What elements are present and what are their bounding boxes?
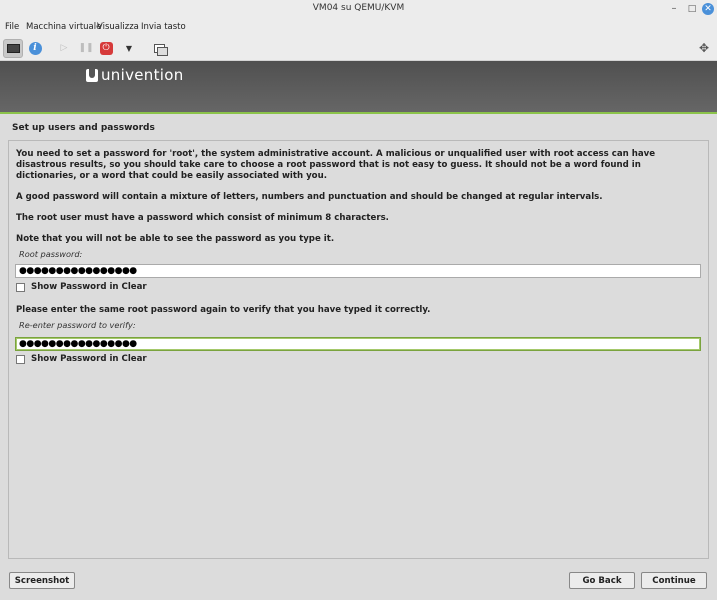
fullscreen-icon[interactable]: ✥ xyxy=(695,39,713,57)
window-title: VM04 su QEMU/KVM xyxy=(312,3,405,13)
checkbox-box[interactable] xyxy=(16,282,25,292)
minimize-icon[interactable]: – xyxy=(668,3,680,15)
checkbox-box[interactable] xyxy=(16,354,25,364)
show-password-checkbox-2[interactable]: Show Password in Clear xyxy=(16,354,147,364)
menu-virtual-machine[interactable]: Macchina virtuale xyxy=(26,22,101,32)
screenshot-button[interactable]: Screenshot xyxy=(9,572,75,589)
content-panel: You need to set a password for 'root', t… xyxy=(8,140,709,559)
univention-logo-icon xyxy=(86,68,98,82)
good-password-paragraph: A good password will contain a mixture o… xyxy=(16,192,603,202)
root-password-label: Root password: xyxy=(19,249,83,259)
verify-password-label: Re-enter password to verify: xyxy=(19,320,136,330)
show-password-label-2: Show Password in Clear xyxy=(31,354,147,364)
play-icon[interactable]: ▷ xyxy=(55,39,73,57)
logo-text: univention xyxy=(101,66,184,84)
minimum-length-paragraph: The root user must have a password which… xyxy=(16,213,389,223)
installer-banner: univention xyxy=(0,61,717,112)
snapshot-icon[interactable] xyxy=(150,39,168,57)
go-back-button[interactable]: Go Back xyxy=(569,572,635,589)
menubar: File Macchina virtuale Visualizza Invia … xyxy=(0,19,717,35)
window-titlebar: VM04 su QEMU/KVM – □ ✕ xyxy=(0,0,717,19)
guest-display[interactable]: univention Set up users and passwords Yo… xyxy=(0,61,717,600)
continue-button[interactable]: Continue xyxy=(641,572,707,589)
show-password-checkbox-1[interactable]: Show Password in Clear xyxy=(16,282,147,292)
maximize-icon[interactable]: □ xyxy=(686,3,698,15)
dropdown-icon[interactable]: ▼ xyxy=(120,39,138,57)
verify-prompt: Please enter the same root password agai… xyxy=(16,305,431,315)
verify-password-field[interactable]: ●●●●●●●●●●●●●●●● xyxy=(15,337,701,351)
pause-icon[interactable]: ❚❚ xyxy=(77,39,95,57)
intro-paragraph: You need to set a password for 'root', t… xyxy=(16,149,656,181)
console-icon[interactable] xyxy=(3,39,23,58)
close-icon[interactable]: ✕ xyxy=(702,3,714,15)
menu-view[interactable]: Visualizza xyxy=(97,22,139,32)
installer-page: Set up users and passwords You need to s… xyxy=(0,114,717,600)
info-icon[interactable]: i xyxy=(26,39,44,57)
show-password-label-1: Show Password in Clear xyxy=(31,282,147,292)
menu-file[interactable]: File xyxy=(5,22,19,32)
toolbar: i ▷ ❚❚ ⏻ ▼ ✥ xyxy=(0,35,717,61)
root-password-field[interactable]: ●●●●●●●●●●●●●●●● xyxy=(15,264,701,278)
menu-send-key[interactable]: Invia tasto xyxy=(141,22,186,32)
page-title: Set up users and passwords xyxy=(12,123,155,133)
hidden-input-note: Note that you will not be able to see th… xyxy=(16,234,335,244)
power-icon[interactable]: ⏻ xyxy=(97,39,115,57)
univention-logo: univention xyxy=(86,66,184,84)
